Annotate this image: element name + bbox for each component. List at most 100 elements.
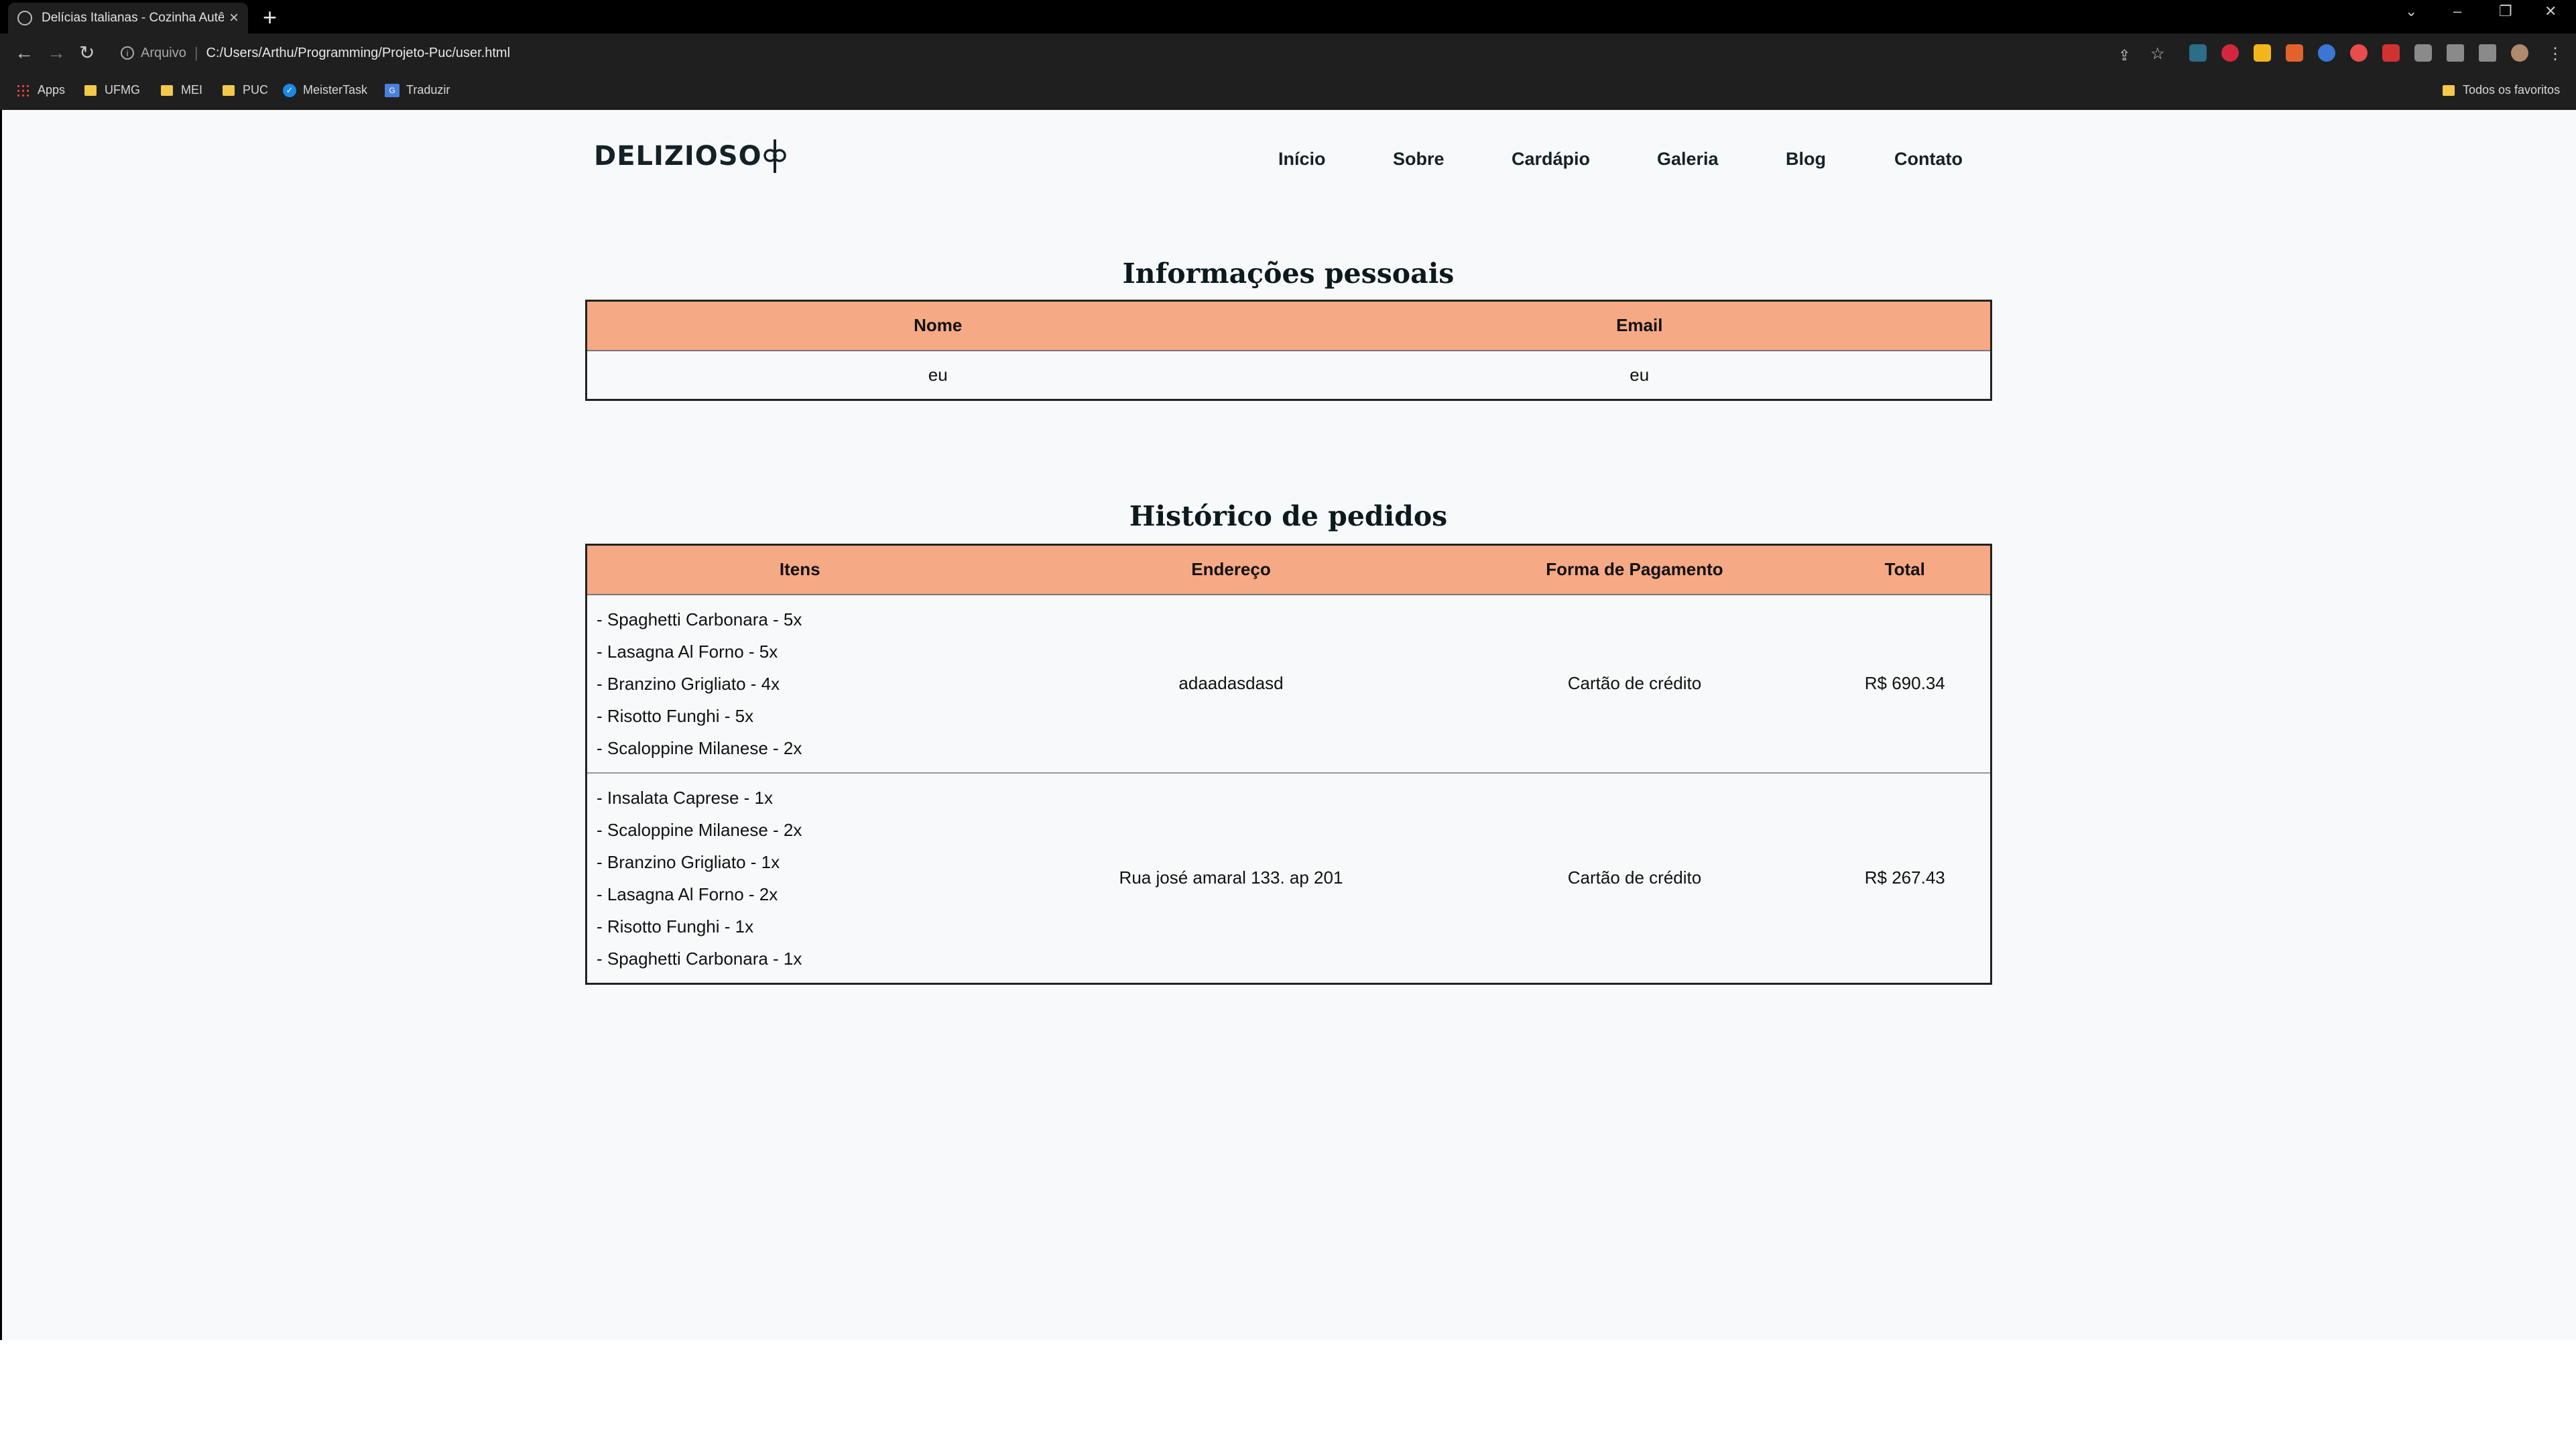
puzzle-icon[interactable] (2414, 44, 2432, 62)
table-row: - Insalata Caprese - 1x - Scaloppine Mil… (587, 773, 1991, 984)
bookmark-ufmg[interactable]: UFMG (84, 83, 140, 97)
adblock-icon[interactable] (2221, 44, 2239, 62)
list-item: - Scaloppine Milanese - 2x (597, 737, 802, 758)
bookmark-label: UFMG (105, 83, 140, 97)
page-bottom (0, 1340, 2576, 1448)
bookmark-label: MEI (181, 83, 203, 97)
table-row: eu eu (587, 351, 1991, 400)
column-header-total: Total (1819, 544, 1991, 595)
bookmark-label: MeisterTask (303, 83, 368, 97)
bookmark-label: PUC (243, 83, 269, 97)
bookmark-meistertask[interactable]: ✓ MeisterTask (283, 83, 367, 97)
nav-contato[interactable]: Contato (1894, 149, 1963, 170)
download-icon[interactable] (2447, 44, 2464, 62)
extension-icon[interactable] (2382, 44, 2400, 62)
tab-title: Delícias Italianas - Cozinha Autê (42, 11, 224, 25)
items-cell: - Spaghetti Carbonara - 5x - Lasagna Al … (587, 595, 1013, 773)
list-item: - Insalata Caprese - 1x (597, 787, 774, 808)
nav-inicio[interactable]: Início (1278, 149, 1326, 170)
extension-icon[interactable] (2286, 44, 2303, 62)
payment-cell: Cartão de crédito (1567, 867, 1702, 888)
folder-icon (223, 84, 235, 96)
tab-bar: Delícias Italianas - Cozinha Autê × + ⌄ … (0, 0, 2576, 34)
avatar[interactable] (2511, 44, 2528, 62)
list-item: - Branzino Grigliato - 1x (597, 851, 780, 872)
address-cell: Rua josé amaral 133. ap 201 (1119, 867, 1343, 888)
close-window-button[interactable]: ✕ (2544, 3, 2557, 20)
list-item: - Lasagna Al Forno - 5x (597, 641, 778, 662)
list-item: - Risotto Funghi - 1x (597, 916, 754, 937)
nav-cardapio[interactable]: Cardápio (1512, 149, 1590, 170)
share-icon[interactable]: ⇪ (2118, 44, 2130, 67)
pasta-fork-icon (763, 139, 786, 173)
address-bar[interactable]: i Arquivo | C:/Users/Arthu/Programming/P… (111, 39, 2149, 67)
order-history-table: Itens Endereço Forma de Pagamento Total … (585, 544, 1992, 985)
email-value: eu (1630, 364, 1650, 385)
omnibox-label: Arquivo (141, 45, 186, 60)
items-cell: - Insalata Caprese - 1x - Scaloppine Mil… (587, 773, 1013, 984)
bookmark-puc[interactable]: PUC (223, 83, 268, 97)
menu-icon[interactable]: ⋮ (2547, 43, 2563, 66)
personal-info-table: Nome Email eu eu (585, 300, 1992, 401)
logo-text: DELIZIOSO (594, 141, 762, 172)
site-logo[interactable]: DELIZIOSO (594, 138, 786, 174)
extension-icon[interactable] (2350, 44, 2368, 62)
folder-icon (84, 84, 97, 96)
list-item: - Lasagna Al Forno - 2x (597, 884, 778, 904)
nome-value: eu (928, 364, 948, 385)
column-header-email: Email (1288, 300, 1991, 351)
bookmark-all-favorites[interactable]: Todos os favoritos (2443, 83, 2560, 97)
check-icon: ✓ (283, 83, 296, 97)
apps-grid-icon (16, 83, 29, 97)
back-button[interactable]: ← (15, 42, 34, 64)
order-history-title: Histórico de pedidos (1129, 500, 1448, 532)
bookmarks-bar: Apps UFMG MEI PUC ✓ MeisterTask G Traduz… (0, 72, 2576, 110)
address-cell: adaadasdasd (1178, 673, 1284, 693)
omnibox-separator: | (194, 44, 198, 61)
side-panel-icon[interactable] (2479, 44, 2496, 62)
browser-tab[interactable]: Delícias Italianas - Cozinha Autê × (8, 3, 248, 34)
translate-icon: G (385, 83, 400, 97)
column-header-nome: Nome (586, 300, 1289, 351)
restore-button[interactable]: ❐ (2499, 3, 2512, 20)
column-header-endereco: Endereço (1012, 544, 1450, 595)
list-item: - Spaghetti Carbonara - 5x (597, 609, 802, 629)
list-item: - Risotto Funghi - 5x (597, 705, 754, 726)
list-item: - Branzino Grigliato - 4x (597, 673, 780, 694)
nav-sobre[interactable]: Sobre (1393, 149, 1445, 170)
minimize-button[interactable]: – (2453, 3, 2461, 20)
folder-icon (161, 84, 173, 96)
table-row: - Spaghetti Carbonara - 5x - Lasagna Al … (586, 595, 1991, 773)
extension-icon[interactable] (2254, 44, 2271, 62)
extension-icon[interactable] (2189, 44, 2207, 62)
bookmark-label: Todos os favoritos (2463, 83, 2561, 97)
personal-info-title: Informações pessoais (1122, 257, 1455, 290)
extension-icon[interactable] (2318, 44, 2335, 62)
bookmark-label: Apps (38, 83, 66, 97)
close-tab-icon[interactable]: × (229, 9, 239, 27)
column-header-itens: Itens (586, 544, 1013, 595)
bookmark-apps[interactable]: Apps (16, 83, 65, 97)
total-cell: R$ 267.43 (1864, 867, 1945, 888)
payment-cell: Cartão de crédito (1567, 673, 1702, 693)
bookmark-mei[interactable]: MEI (161, 83, 202, 97)
total-cell: R$ 690.34 (1864, 673, 1945, 693)
table-header-row: Itens Endereço Forma de Pagamento Total (586, 544, 1991, 595)
reload-button[interactable]: ↻ (79, 42, 95, 64)
folder-icon (2443, 84, 2455, 96)
nav-blog[interactable]: Blog (1786, 149, 1826, 170)
bookmark-label: Traduzir (406, 83, 450, 97)
url-text[interactable]: C:/Users/Arthu/Programming/Projeto-Puc/u… (206, 46, 511, 61)
forward-button[interactable]: → (47, 42, 66, 64)
info-icon[interactable]: i (121, 46, 134, 60)
globe-icon (17, 11, 32, 25)
new-tab-button[interactable]: + (263, 4, 277, 31)
bookmark-star-icon[interactable]: ☆ (2150, 43, 2165, 66)
list-item: - Spaghetti Carbonara - 1x (597, 948, 802, 969)
table-header-row: Nome Email (586, 300, 1991, 351)
column-header-pagamento: Forma de Pagamento (1449, 544, 1820, 595)
bookmark-traduzir[interactable]: G Traduzir (385, 83, 450, 97)
tab-search-icon[interactable]: ⌄ (2405, 3, 2417, 20)
nav-galeria[interactable]: Galeria (1657, 149, 1719, 170)
window-edge (0, 110, 2, 1341)
